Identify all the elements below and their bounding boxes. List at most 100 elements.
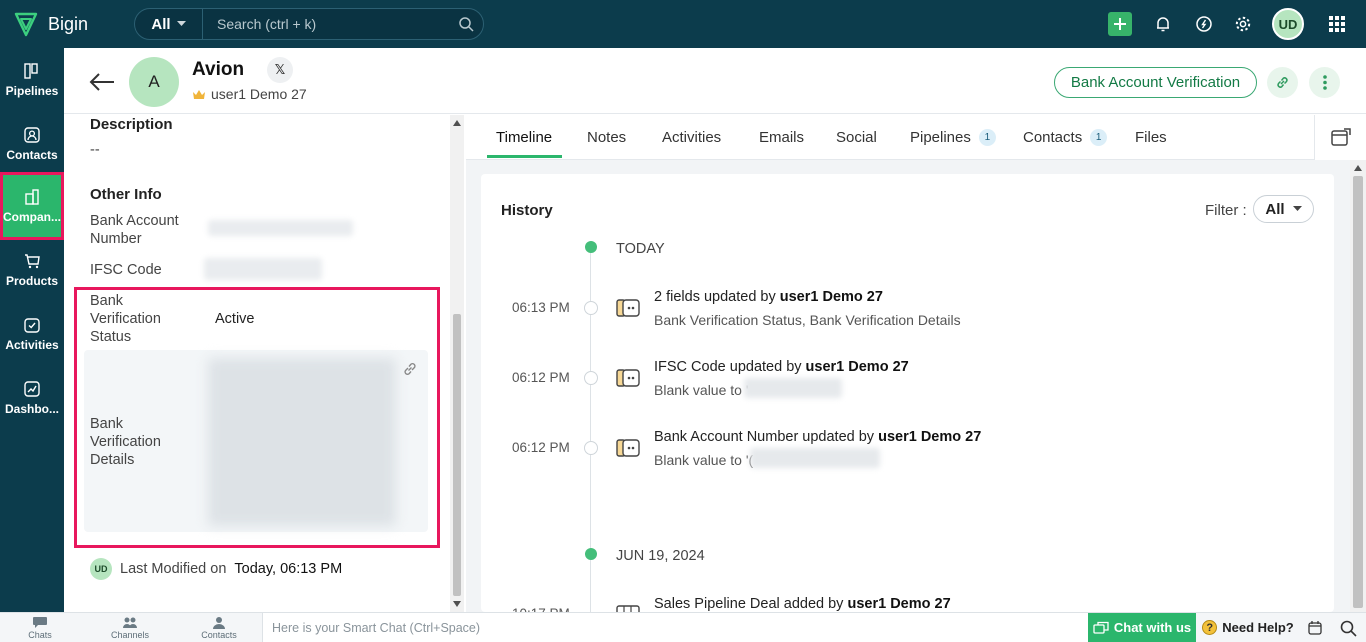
sidebar-item-pipelines[interactable]: Pipelines: [0, 48, 64, 112]
bank-verification-details-label: Bank Verification Details: [90, 416, 161, 468]
search-icon[interactable]: [449, 16, 483, 32]
sidebar-item-label: Dashbo...: [4, 402, 59, 416]
description-value: --: [90, 142, 100, 158]
tab-contacts[interactable]: Contacts 1: [1023, 129, 1108, 146]
need-help-button[interactable]: ? Need Help?: [1198, 613, 1298, 642]
tab-emails[interactable]: Emails: [759, 129, 804, 146]
x-social-icon[interactable]: 𝕏: [267, 57, 293, 83]
chevron-down-icon: [1292, 206, 1302, 211]
activities-icon: [24, 318, 40, 333]
tab-label: Social: [836, 129, 877, 146]
quick-create-button[interactable]: [1108, 12, 1132, 36]
app-logo[interactable]: Bigin: [14, 10, 114, 38]
history-card: [481, 174, 1334, 612]
search-scope-dropdown[interactable]: All: [135, 9, 203, 39]
apps-grid-icon[interactable]: [1325, 12, 1349, 36]
details-scrollbar[interactable]: [450, 115, 464, 612]
timeline-entry-user[interactable]: user1 Demo 27: [847, 596, 950, 612]
notifications-bell-icon[interactable]: [1151, 12, 1175, 36]
filter-label: Filter :: [1205, 202, 1247, 219]
crown-icon: [193, 89, 205, 99]
bottom-contacts[interactable]: Contacts: [189, 614, 249, 642]
customize-tabs-icon[interactable]: [1314, 115, 1366, 160]
ifsc-code-value-redacted: [204, 258, 322, 280]
bank-account-verification-button[interactable]: Bank Account Verification: [1054, 67, 1257, 98]
bottom-chats-label: Chats: [28, 630, 52, 640]
user-avatar[interactable]: UD: [1272, 8, 1304, 40]
sidebar-item-contacts[interactable]: Contacts: [0, 112, 64, 176]
timeline-entry-user[interactable]: user1 Demo 27: [780, 289, 883, 305]
sidebar-item-dashboards[interactable]: Dashbo...: [0, 366, 64, 430]
last-modified-prefix: Last Modified on: [120, 561, 227, 577]
help-question-icon: ?: [1202, 620, 1218, 635]
pipelines-icon: [24, 63, 38, 79]
timeline-entry-action: Bank Account Number updated by: [654, 429, 875, 445]
sidebar-item-products[interactable]: Products: [0, 238, 64, 302]
sidebar-item-companies[interactable]: Compan...: [0, 172, 64, 240]
scrollbar-thumb[interactable]: [1353, 176, 1363, 608]
redacted-value: [750, 448, 880, 468]
tab-timeline[interactable]: Timeline: [496, 129, 552, 146]
timeline-entry-title: Bank Account Number updated by user1 Dem…: [654, 429, 981, 445]
bottom-chats[interactable]: Chats: [10, 614, 70, 642]
chat-windows-icon: [1093, 621, 1109, 634]
tab-label: Pipelines: [910, 129, 971, 146]
search-icon[interactable]: [1338, 618, 1358, 638]
timeline-group-dot: [585, 241, 597, 253]
description-label: Description: [90, 116, 173, 133]
tab-files[interactable]: Files: [1135, 129, 1167, 146]
sidebar-item-activities[interactable]: Activities: [0, 302, 64, 366]
tab-label: Files: [1135, 129, 1167, 146]
tab-count-badge: 1: [978, 129, 996, 146]
settings-gear-icon[interactable]: [1231, 12, 1255, 36]
tab-label: Emails: [759, 129, 805, 146]
bank-verification-status-value: Active: [215, 311, 255, 327]
link-icon: [1277, 77, 1288, 88]
dashboards-icon: [24, 381, 40, 397]
tab-social[interactable]: Social: [836, 129, 877, 146]
timeline-entry-time: 06:12 PM: [512, 370, 570, 385]
history-title: History: [501, 202, 553, 219]
smart-chat-input[interactable]: [263, 613, 1088, 642]
timeline-entry-user[interactable]: user1 Demo 27: [806, 359, 909, 375]
timeline-entry-subtitle: Blank value to ': [654, 382, 749, 398]
tab-label: Notes: [587, 129, 627, 146]
bottom-contacts-label: Contacts: [201, 630, 237, 640]
record-name: Avion: [192, 59, 245, 80]
redacted-value: [744, 378, 842, 398]
sidebar-item-label: Compan...: [3, 210, 62, 224]
active-tab-indicator: [487, 155, 562, 158]
timeline-entry-action: 2 fields updated by: [654, 289, 776, 305]
notes-icon[interactable]: [1306, 619, 1324, 637]
tab-activities[interactable]: Activities: [662, 129, 721, 146]
tab-pipelines[interactable]: Pipelines 1: [910, 129, 996, 146]
chat-with-us-button[interactable]: Chat with us: [1088, 613, 1196, 642]
tab-notes[interactable]: Notes: [587, 129, 626, 146]
history-filter-dropdown[interactable]: All: [1253, 195, 1314, 223]
record-tabs: Timeline Notes Activities Emails Social …: [466, 115, 1366, 160]
more-options-button[interactable]: [1309, 67, 1340, 98]
timeline-entry-marker: [584, 441, 598, 455]
compass-icon[interactable]: [1192, 12, 1216, 36]
search-input[interactable]: [203, 9, 449, 39]
record-owner-name: user1 Demo 27: [211, 86, 307, 102]
record-owner[interactable]: user1 Demo 27: [192, 86, 307, 102]
scrollbar-thumb[interactable]: [453, 314, 461, 596]
bank-account-number-label: Bank Account Number: [90, 213, 179, 247]
timeline-entry-action: Sales Pipeline Deal added by: [654, 596, 844, 612]
timeline-scrollbar[interactable]: [1350, 160, 1366, 612]
filter-value: All: [1265, 200, 1285, 218]
chat-bubble-icon: [33, 617, 47, 628]
record-avatar: A: [129, 57, 179, 107]
sidebar-item-label: Contacts: [6, 148, 58, 162]
timeline-entry-time: 06:13 PM: [512, 300, 570, 315]
link-button[interactable]: [1267, 67, 1298, 98]
products-cart-icon: [25, 254, 40, 269]
sidebar: Pipelines Contacts Compan... Products Ac…: [0, 48, 64, 612]
bottom-channels[interactable]: Channels: [100, 614, 160, 642]
timeline-entry-user[interactable]: user1 Demo 27: [878, 429, 981, 445]
contact-person-icon: [213, 617, 225, 629]
timeline-group-dot: [585, 548, 597, 560]
link-icon[interactable]: [402, 361, 418, 377]
back-arrow-icon[interactable]: [88, 70, 116, 94]
